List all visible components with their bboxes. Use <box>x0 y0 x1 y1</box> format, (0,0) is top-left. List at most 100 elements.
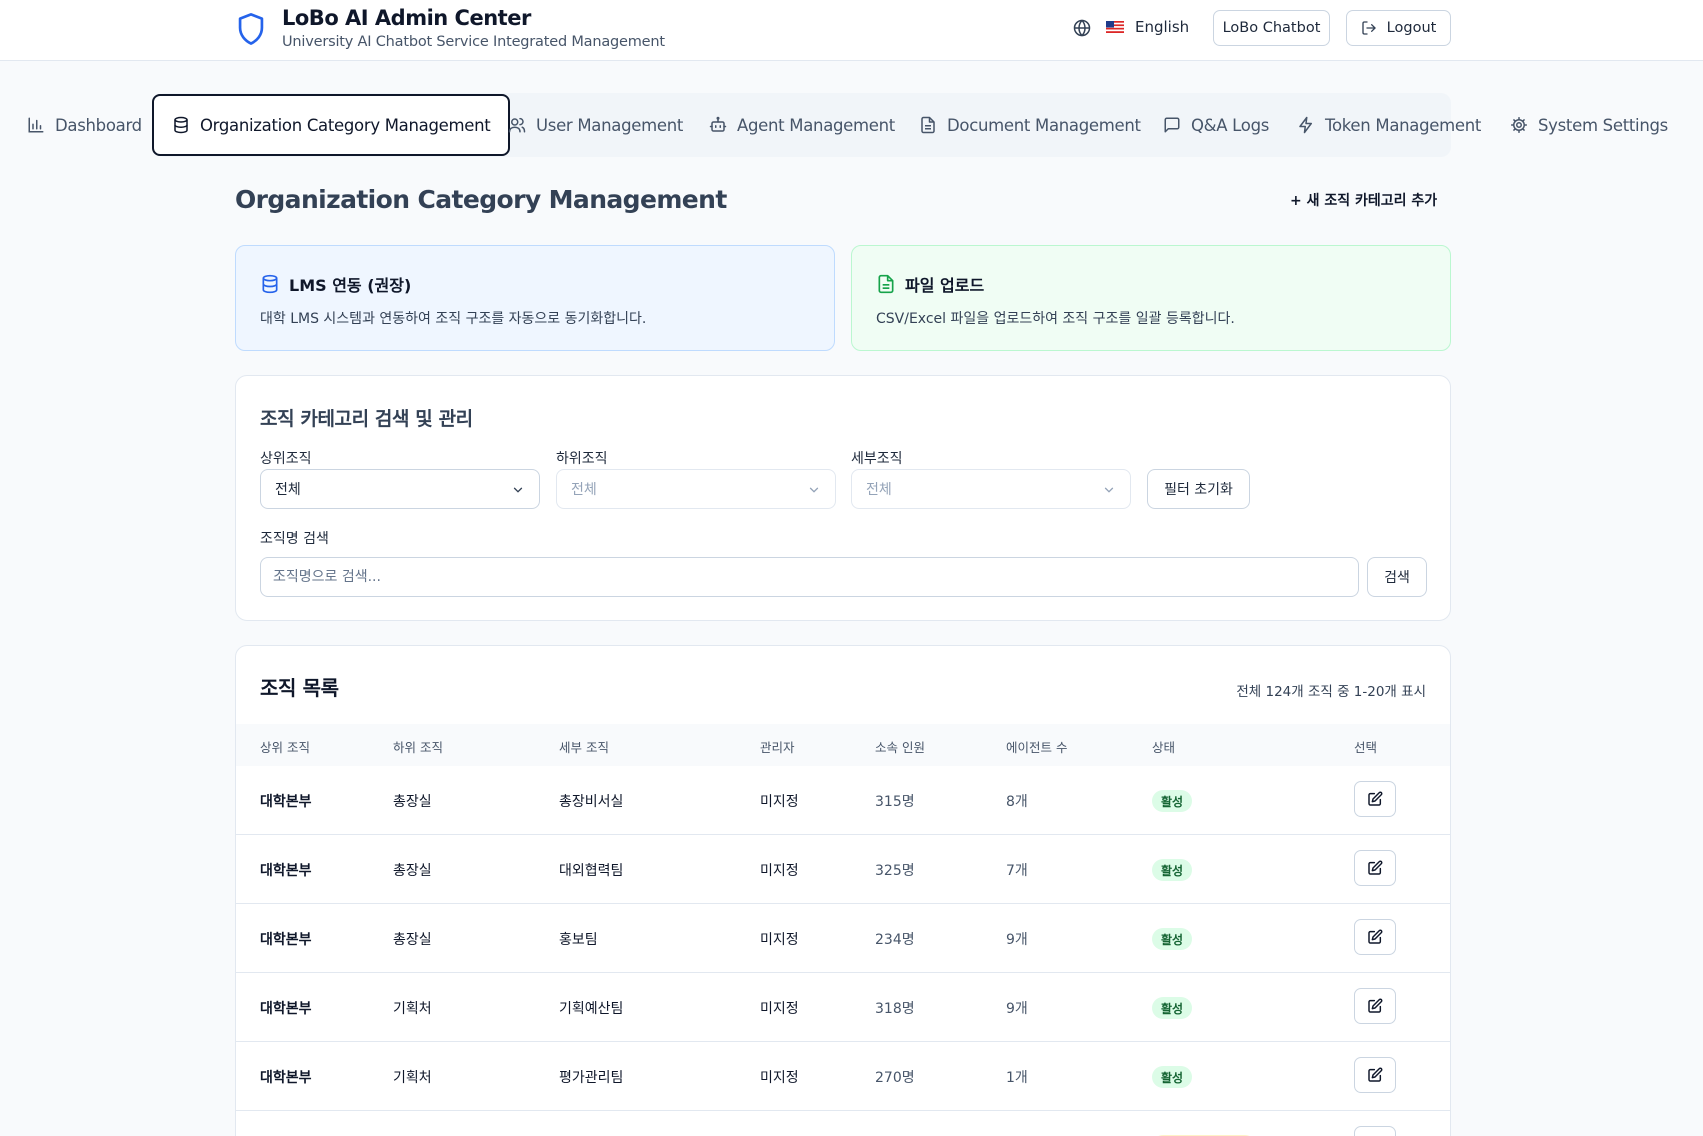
manager-cell: 미지정 <box>760 794 799 810</box>
file-upload-card[interactable]: 파일 업로드 CSV/Excel 파일을 업로드하여 조직 구조를 일괄 등록합… <box>851 245 1451 351</box>
manager-cell: 미지정 <box>760 1001 799 1017</box>
file-card-description: CSV/Excel 파일을 업로드하여 조직 구조를 일괄 등록합니다. <box>876 311 1235 327</box>
table-row[interactable] <box>236 1111 1450 1136</box>
agents-cell: 9개 <box>1006 1001 1028 1017</box>
column-header: 에이전트 수 <box>1006 740 1068 755</box>
lower-org-label: 하위조직 <box>556 451 608 467</box>
edit-button[interactable] <box>1354 988 1396 1024</box>
org-name-search-label: 조직명 검색 <box>260 531 329 547</box>
edit-button[interactable] <box>1354 1057 1396 1093</box>
tab-token-management[interactable]: Token Management <box>1297 94 1481 156</box>
lower-org-value: 전체 <box>571 482 597 498</box>
tab-agent-management[interactable]: Agent Management <box>709 94 895 156</box>
upper-org-cell: 대학본부 <box>260 932 312 948</box>
tab-label: Token Management <box>1325 115 1482 135</box>
tab-label: Organization Category Management <box>200 115 491 135</box>
add-category-button[interactable]: + 새 조직 카테고리 추가 <box>1290 190 1437 210</box>
edit-icon <box>1368 791 1383 806</box>
lms-card-title: LMS 연동 (권장) <box>289 276 412 295</box>
detail-org-cell: 총장비서실 <box>559 794 624 810</box>
tab-label: System Settings <box>1538 115 1668 135</box>
logout-button[interactable]: Logout <box>1346 10 1451 46</box>
status-badge: 활성 <box>1152 997 1193 1019</box>
column-header: 상태 <box>1152 740 1176 755</box>
list-title: 조직 목록 <box>260 676 339 700</box>
edit-icon <box>1368 998 1383 1013</box>
table-row[interactable]: 대학본부 기획처 평가관리팀 미지정 270명 1개 활성 <box>236 1042 1450 1111</box>
upper-org-select[interactable]: 전체 <box>260 469 540 509</box>
agents-cell: 8개 <box>1006 794 1028 810</box>
message-square-icon <box>1164 117 1180 133</box>
column-header: 하위 조직 <box>393 740 443 755</box>
detail-org-cell: 대외협력팀 <box>559 863 624 879</box>
table-row[interactable]: 대학본부 기획처 기획예산팀 미지정 318명 9개 활성 <box>236 973 1450 1042</box>
table-row[interactable]: 대학본부 총장실 홍보팀 미지정 234명 9개 활성 <box>236 904 1450 973</box>
column-header: 상위 조직 <box>260 740 310 755</box>
reset-filter-button[interactable]: 필터 초기화 <box>1147 469 1250 509</box>
globe-icon[interactable] <box>1073 19 1091 37</box>
column-header: 소속 인원 <box>875 740 925 755</box>
lower-org-cell: 총장실 <box>393 932 432 948</box>
lobo-chatbot-label: LoBo Chatbot <box>1222 20 1321 36</box>
language-selector[interactable]: English <box>1135 18 1189 36</box>
org-name-search-input[interactable] <box>260 557 1359 597</box>
page-title: Organization Category Management <box>235 185 727 214</box>
search-panel-title: 조직 카테고리 검색 및 관리 <box>260 408 473 430</box>
upper-org-cell: 대학본부 <box>260 794 312 810</box>
detail-org-value: 전체 <box>866 482 892 498</box>
lms-integration-card[interactable]: LMS 연동 (권장) 대학 LMS 시스템과 연동하여 조직 구조를 자동으로… <box>235 245 835 351</box>
edit-button[interactable] <box>1354 781 1396 817</box>
status-badge: 활성 <box>1152 1066 1193 1088</box>
shield-icon <box>238 13 264 45</box>
tab-organization-category[interactable]: Organization Category Management <box>152 94 511 156</box>
upper-org-value: 전체 <box>275 482 301 498</box>
tab-document-management[interactable]: Document Management <box>919 94 1141 156</box>
edit-button[interactable] <box>1354 1126 1396 1136</box>
members-cell: 270명 <box>875 1070 915 1086</box>
bar-chart-icon <box>28 117 44 133</box>
members-cell: 234명 <box>875 932 915 948</box>
table-header: 상위 조직 하위 조직 세부 조직 관리자 소속 인원 에이전트 수 상태 선택 <box>236 724 1450 766</box>
edit-icon <box>1368 860 1383 875</box>
search-button[interactable]: 검색 <box>1367 557 1427 597</box>
database-icon <box>262 274 278 294</box>
status-badge: 활성 <box>1152 790 1193 812</box>
tab-system-settings[interactable]: System Settings <box>1510 94 1668 156</box>
tab-user-management[interactable]: User Management <box>508 94 683 156</box>
detail-org-cell: 홍보팀 <box>559 932 598 948</box>
users-icon <box>508 117 526 133</box>
column-header: 관리자 <box>760 740 795 755</box>
upper-org-cell: 대학본부 <box>260 1070 312 1086</box>
lobo-chatbot-button[interactable]: LoBo Chatbot <box>1213 10 1330 46</box>
organization-list-panel: 조직 목록 전체 124개 조직 중 1-20개 표시 상위 조직 하위 조직 … <box>235 645 1451 1136</box>
agents-cell: 1개 <box>1006 1070 1028 1086</box>
app-subtitle: University AI Chatbot Service Integrated… <box>282 34 665 50</box>
tab-label: Document Management <box>947 115 1141 135</box>
logout-icon <box>1362 21 1376 35</box>
file-text-icon <box>878 274 894 294</box>
zap-icon <box>1299 116 1312 134</box>
edit-button[interactable] <box>1354 850 1396 886</box>
lower-org-select[interactable]: 전체 <box>556 469 836 509</box>
detail-org-label: 세부조직 <box>851 451 903 467</box>
table-row[interactable]: 대학본부 총장실 총장비서실 미지정 315명 8개 활성 <box>236 766 1450 835</box>
lower-org-cell: 기획처 <box>393 1001 432 1017</box>
tab-qa-logs[interactable]: Q&A Logs <box>1163 94 1269 156</box>
lower-org-cell: 총장실 <box>393 794 432 810</box>
logout-label: Logout <box>1386 20 1437 36</box>
status-badge: 활성 <box>1152 928 1193 950</box>
tab-dashboard[interactable]: Dashboard <box>27 94 142 156</box>
lower-org-cell: 기획처 <box>393 1070 432 1086</box>
table-row[interactable]: 대학본부 총장실 대외협력팀 미지정 325명 7개 활성 <box>236 835 1450 904</box>
chevron-down-icon <box>809 487 819 493</box>
edit-icon <box>1368 1067 1383 1082</box>
settings-icon <box>1511 117 1527 133</box>
list-count: 전체 124개 조직 중 1-20개 표시 <box>1236 684 1426 700</box>
detail-org-select[interactable]: 전체 <box>851 469 1131 509</box>
lms-card-description: 대학 LMS 시스템과 연동하여 조직 구조를 자동으로 동기화합니다. <box>260 311 647 327</box>
edit-button[interactable] <box>1354 919 1396 955</box>
us-flag-icon <box>1106 21 1124 33</box>
status-badge: 활성 <box>1152 859 1193 881</box>
file-text-icon <box>921 116 935 134</box>
members-cell: 325명 <box>875 863 915 879</box>
